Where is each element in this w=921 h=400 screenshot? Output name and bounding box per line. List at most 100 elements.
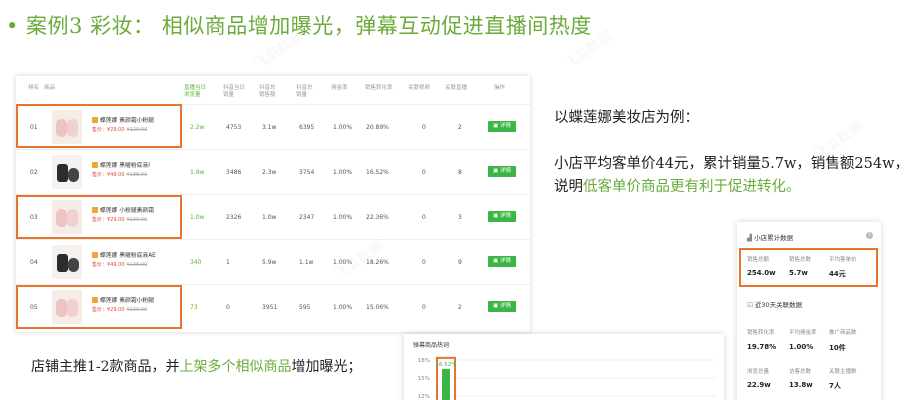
- product-name[interactable]: 蝶莲娜 黑曜粉底液AE: [92, 250, 156, 259]
- lives: 2: [458, 124, 462, 131]
- highlight-box: [16, 104, 182, 148]
- videos: 0: [422, 214, 426, 221]
- highlight-box: [16, 285, 182, 329]
- bullet: •: [6, 14, 19, 38]
- videos: 0: [422, 169, 426, 176]
- views: 2.2w: [190, 124, 205, 131]
- views: 340: [190, 259, 202, 266]
- stat-label: 关联主播数: [829, 369, 857, 375]
- detail-button[interactable]: ▣ 详情: [488, 211, 516, 222]
- views: 73: [190, 304, 198, 311]
- col-daily-sales[interactable]: 抖音当日 销量: [223, 85, 245, 99]
- detail-button[interactable]: ▣ 详情: [488, 301, 516, 312]
- sales: 595: [299, 304, 311, 311]
- y-tick-label: 15%: [418, 376, 430, 382]
- data-label: 16.52%: [436, 362, 457, 368]
- stat-value: 10件: [829, 344, 846, 352]
- lives: 8: [458, 169, 462, 176]
- sales: 6395: [299, 124, 315, 131]
- conversion: 20.89%: [366, 124, 389, 131]
- rank: 02: [30, 169, 38, 176]
- col-conversion[interactable]: 销售转化率: [365, 85, 393, 92]
- commission: 1.00%: [333, 304, 353, 311]
- product-price: 售价：¥49.00 ¥138.00: [92, 172, 148, 178]
- col-views[interactable]: 直播当日 浏览量: [184, 85, 206, 99]
- detail-button[interactable]: ▣ 详情: [488, 256, 516, 267]
- gmv: 1.0w: [262, 214, 277, 221]
- col-rank: 排名: [28, 85, 40, 91]
- product-price: 售价：¥49.00 ¥138.00: [92, 262, 148, 268]
- danmu-bar-chart: 18% 15% 12% 16.52%: [418, 356, 716, 400]
- table-row: 04 蝶莲娜 黑曜粉底液AE 售价：¥49.00 ¥138.00 340 1 5.…: [16, 239, 530, 284]
- conclusion-text: 说明低客单价商品更有利于促进转化。: [554, 179, 801, 195]
- col-product: 商品: [44, 85, 56, 91]
- product-name[interactable]: 蝶莲娜 黑曜粉底液Ⅰ: [92, 160, 150, 169]
- commission: 1.00%: [333, 169, 353, 176]
- videos: 0: [422, 259, 426, 266]
- highlight-box: [739, 248, 878, 287]
- highlight-box: [16, 195, 182, 239]
- col-gmv[interactable]: 抖音总 销售额: [259, 85, 276, 99]
- detail-icon: ▣: [493, 123, 500, 129]
- videos: 0: [422, 124, 426, 131]
- daily-sales: 0: [226, 304, 230, 311]
- stat-value: 7人: [829, 382, 841, 390]
- col-commission[interactable]: 佣金率: [331, 85, 348, 92]
- y-tick-label: 18%: [418, 358, 430, 364]
- conversion: 22.36%: [366, 214, 389, 221]
- col-lives[interactable]: 关联直播: [445, 85, 467, 92]
- detail-icon: ▣: [493, 258, 500, 264]
- product-image[interactable]: [52, 245, 82, 279]
- strategy-text: 店铺主推1-2款商品，并上架多个相似商品增加曝光；: [31, 359, 362, 375]
- sales: 1.1w: [299, 259, 314, 266]
- card-subtitle: ☑ 近30天关联数据: [747, 301, 803, 309]
- conversion: 16.52%: [366, 169, 389, 176]
- stat-label: 访客总数: [789, 369, 812, 375]
- detail-icon: ▣: [493, 213, 500, 219]
- table-header: 排名 商品 直播当日 浏览量 抖音当日 销量 抖音总 销售额 抖音总 销量 佣金…: [16, 76, 530, 106]
- daily-sales: 2326: [226, 214, 242, 221]
- detail-icon: ▣: [493, 303, 500, 309]
- sales: 2347: [299, 214, 315, 221]
- table-row: 02 蝶莲娜 黑曜粉底液Ⅰ 售价：¥49.00 ¥138.00 1.9w 3486…: [16, 149, 530, 194]
- daily-sales: 1: [226, 259, 230, 266]
- y-tick-label: 12%: [418, 394, 430, 400]
- detail-button[interactable]: ▣ 详情: [488, 121, 516, 132]
- daily-sales: 4753: [226, 124, 242, 131]
- bar[interactable]: [442, 368, 450, 400]
- commission: 1.00%: [333, 214, 353, 221]
- stat-value: 1.00%: [789, 343, 814, 351]
- rank: 04: [30, 259, 38, 266]
- gmv: 3.1w: [262, 124, 277, 131]
- lives: 9: [458, 259, 462, 266]
- gmv: 3951: [262, 304, 278, 311]
- detail-icon: ▣: [493, 168, 500, 174]
- lives: 3: [458, 214, 462, 221]
- example-intro: 以蝶莲娜美妆店为例：: [554, 110, 699, 126]
- danmu-hotwords-card: 弹幕商品热词 18% 15% 12% 16.52%: [404, 334, 724, 400]
- gmv: 5.9w: [262, 259, 277, 266]
- stat-label: 推广商品数: [829, 330, 857, 336]
- detail-button[interactable]: ▣ 详情: [488, 166, 516, 177]
- col-sales[interactable]: 抖音总 销量: [296, 85, 313, 99]
- stat-label: 浏览总量: [747, 369, 770, 375]
- lives: 2: [458, 304, 462, 311]
- gmv: 2.3w: [262, 169, 277, 176]
- conversion: 15.06%: [366, 304, 389, 311]
- col-videos[interactable]: 关联视频: [408, 85, 430, 92]
- store-stats-text: 小店平均客单价44元，累计销量5.7w，销售额254w，: [554, 156, 910, 172]
- commission: 1.00%: [333, 124, 353, 131]
- heading-text: 案例3 彩妆： 相似商品增加曝光，弹幕互动促进直播间热度: [26, 14, 592, 38]
- sales: 3754: [299, 169, 315, 176]
- tmall-icon: [92, 162, 98, 168]
- daily-sales: 3486: [226, 169, 242, 176]
- card-title: ▟ 小店累计数据: [747, 234, 794, 242]
- info-icon[interactable]: i: [866, 232, 873, 239]
- col-action: 操作: [494, 85, 506, 91]
- stat-value: 19.78%: [747, 343, 777, 351]
- tmall-icon: [92, 252, 98, 258]
- product-image[interactable]: [52, 155, 82, 189]
- views: 1.9w: [190, 169, 205, 176]
- stat-label: 平均佣金率: [789, 330, 817, 336]
- stat-label: 销售转化率: [747, 330, 775, 336]
